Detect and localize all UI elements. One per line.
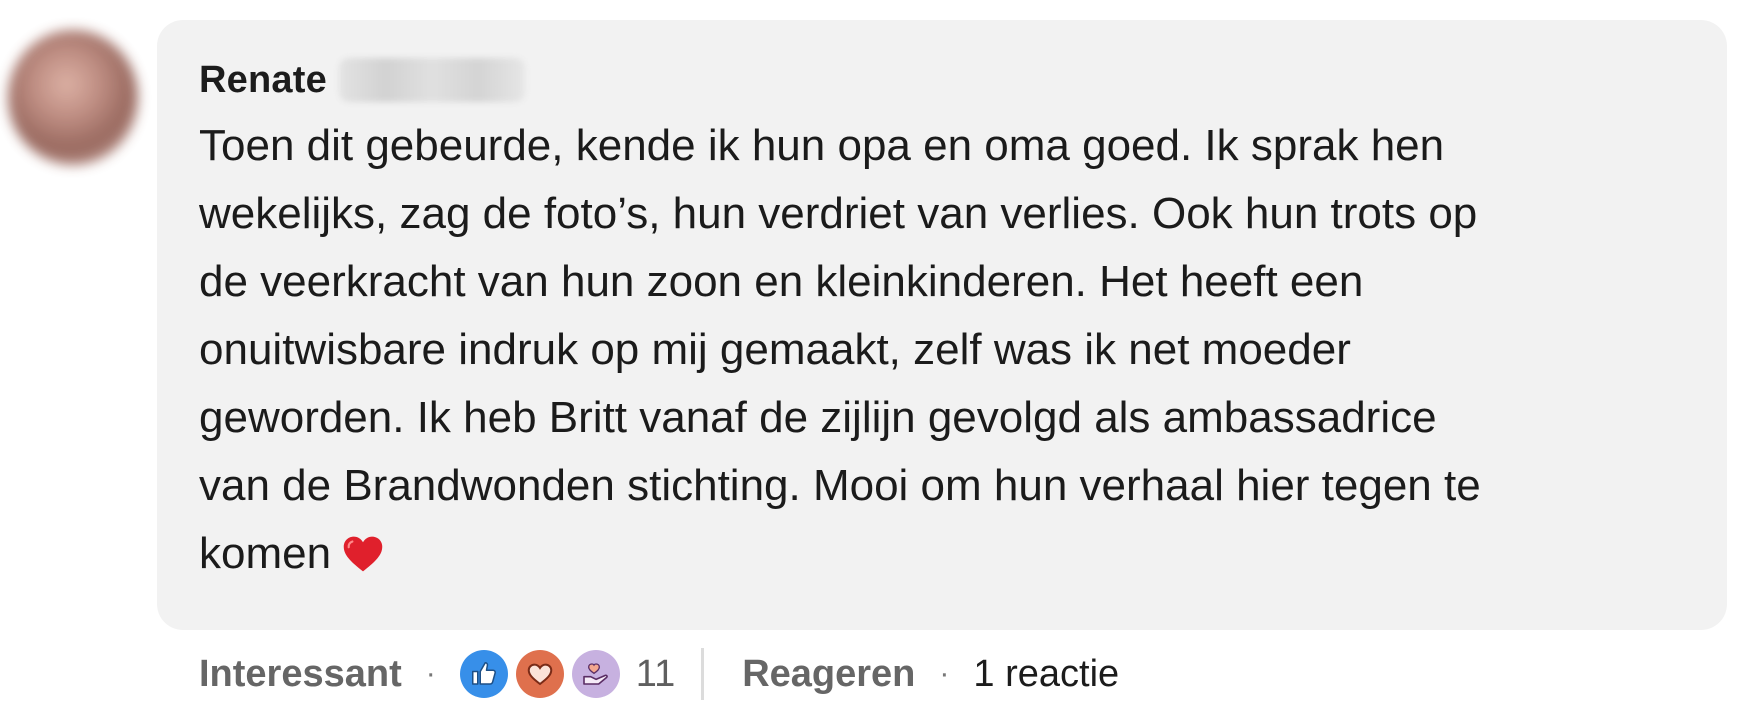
react-button[interactable]: Interessant [199, 653, 402, 696]
red-heart-icon [343, 536, 383, 572]
separator-dot: · [939, 657, 950, 690]
comment-text-block: Toen dit gebeurde, kende ik hun opa en o… [199, 112, 1689, 588]
comment-actions: Interessant · 11 Reageren · 1 reactie [199, 648, 1119, 700]
avatar[interactable] [8, 30, 138, 165]
comment-text: Toen dit gebeurde, kende ik hun opa en o… [199, 121, 1481, 578]
comment-author[interactable]: Renate [199, 56, 525, 104]
author-name[interactable]: Renate [199, 59, 327, 102]
reactions-summary[interactable]: 11 [459, 650, 675, 698]
divider [701, 648, 705, 700]
separator-dot: · [425, 657, 436, 690]
replies-count-link[interactable]: 1 reactie [973, 653, 1119, 696]
love-icon [515, 650, 564, 698]
reply-button[interactable]: Reageren [742, 653, 915, 696]
author-surname-redacted [338, 58, 525, 102]
reaction-count[interactable]: 11 [636, 653, 675, 696]
support-icon [571, 650, 620, 698]
like-icon [459, 650, 508, 698]
